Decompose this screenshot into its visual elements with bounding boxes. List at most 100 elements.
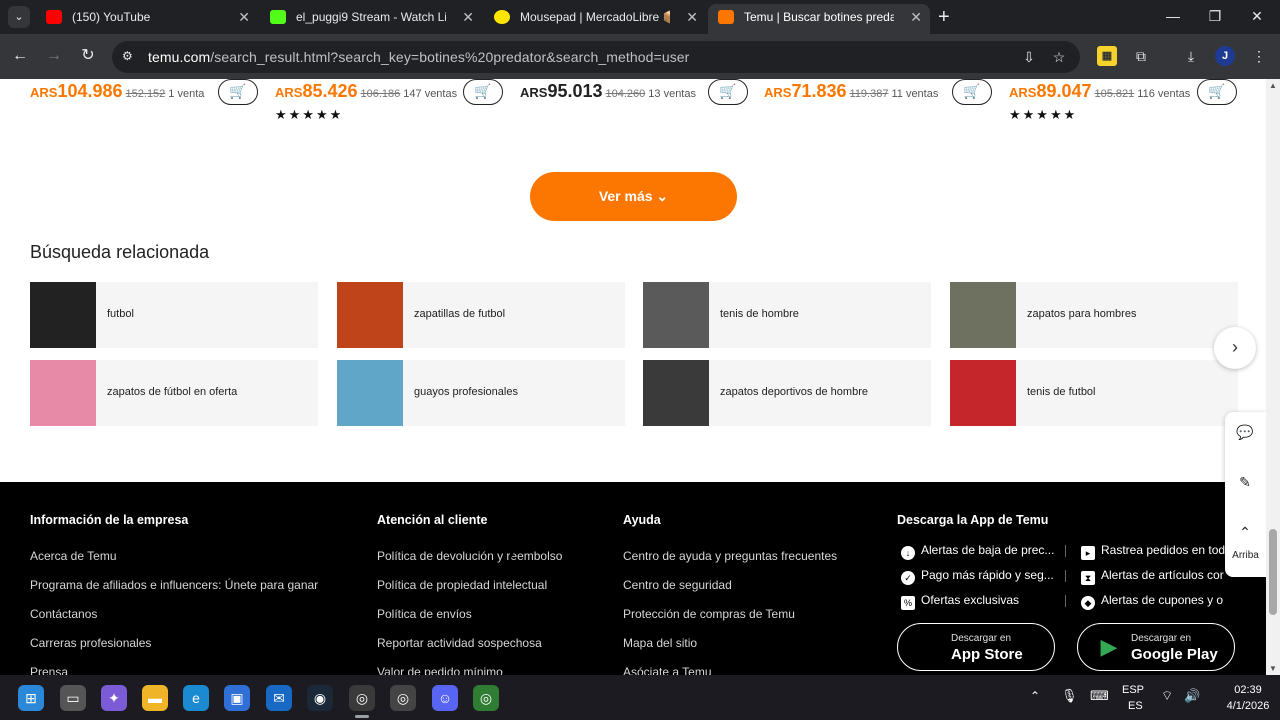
scrollbar-thumb[interactable]	[1269, 529, 1277, 615]
chat-icon[interactable]: 💬	[1235, 424, 1255, 444]
task-view-icon[interactable]: ▭	[60, 685, 86, 711]
ver-mas-button[interactable]: Ver más ⌄	[530, 172, 737, 221]
windows-taskbar: ⊞ ▭ ✦ ▬ e ▣ ✉ ◉ ◎ ◎ ☺ ◎ ⌃ 🎙 ⌨ ESP ES ⌔ 🔊…	[0, 675, 1280, 720]
close-icon[interactable]: ✕	[238, 4, 250, 30]
page-scrollbar[interactable]: ▲ ▼	[1266, 79, 1280, 675]
add-to-cart-icon[interactable]: 🛒	[218, 79, 258, 105]
google-play-button[interactable]: ▶ Descargar en Google Play	[1077, 623, 1235, 671]
add-to-cart-icon[interactable]: 🛒	[463, 79, 503, 105]
related-search-label: tenis de hombre	[720, 308, 799, 320]
discord-icon[interactable]: ☺	[432, 685, 458, 711]
back-to-top-label[interactable]: Arriba	[1225, 550, 1266, 561]
footer-link[interactable]: Acerca de Temu	[30, 549, 117, 563]
add-to-cart-icon[interactable]: 🛒	[952, 79, 992, 105]
chrome-alt-icon[interactable]: ◎	[473, 685, 499, 711]
chrome-profile-icon[interactable]: ◎	[390, 685, 416, 711]
steam-icon[interactable]: ◉	[307, 685, 333, 711]
language-bottom[interactable]: ES	[1128, 700, 1143, 712]
related-search-item[interactable]: zapatillas de futbol	[337, 282, 625, 348]
feedback-icon[interactable]: ✎	[1235, 474, 1255, 494]
keyboard-icon[interactable]: ⌨	[1090, 688, 1109, 704]
extension-icon[interactable]: ▦	[1097, 46, 1117, 66]
language-top[interactable]: ESP	[1122, 684, 1144, 696]
copilot-icon[interactable]: ✦	[101, 685, 127, 711]
tab-youtube[interactable]: (150) YouTube ✕	[36, 4, 258, 34]
footer-link[interactable]: Protección de compras de Temu	[623, 607, 795, 621]
footer-link[interactable]: Reportar actividad sospechosa	[377, 636, 542, 650]
related-search-label: futbol	[107, 308, 134, 320]
site-info-icon[interactable]: ⚙	[122, 49, 138, 65]
chevron-right-icon[interactable]: ›	[1214, 327, 1256, 369]
product-card[interactable]: ARS85.426 106.186 147 ventas 🛒 ★★★★★	[275, 79, 503, 129]
close-window-button[interactable]: ✕	[1234, 0, 1280, 34]
minimize-button[interactable]: —	[1150, 0, 1196, 34]
store-icon[interactable]: ▣	[224, 685, 250, 711]
product-thumbnail	[643, 360, 709, 426]
back-button[interactable]: ←	[8, 44, 32, 68]
scroll-down-icon[interactable]: ▼	[1269, 664, 1277, 673]
add-to-cart-icon[interactable]: 🛒	[1197, 79, 1237, 105]
footer-link[interactable]: Política de envíos	[377, 607, 472, 621]
clock-date[interactable]: 4/1/2026	[1222, 700, 1274, 712]
footer-link[interactable]: Centro de ayuda y preguntas frecuentes	[623, 549, 837, 563]
downloads-icon[interactable]: ⤓	[1181, 46, 1201, 66]
tab-title: Temu | Buscar botines predator	[744, 10, 894, 24]
chevron-up-icon[interactable]: ⌃	[1235, 524, 1255, 544]
restore-button[interactable]: ❐	[1192, 0, 1238, 34]
footer-link[interactable]: Política de propiedad intelectual	[377, 578, 547, 592]
footer-link[interactable]: Carreras profesionales	[30, 636, 151, 650]
footer-support-title: Atención al cliente	[377, 513, 488, 527]
footer-link[interactable]: Asóciate a Temu	[623, 665, 712, 675]
microphone-icon[interactable]: 🎙	[1061, 688, 1078, 704]
reload-button[interactable]: ↻	[76, 44, 100, 68]
scroll-up-icon[interactable]: ▲	[1269, 81, 1277, 90]
related-search-item[interactable]: futbol	[30, 282, 318, 348]
related-search-item[interactable]: zapatos de fútbol en oferta	[30, 360, 318, 426]
footer-link[interactable]: Programa de afiliados e influencers: Úne…	[30, 578, 318, 592]
app-feature: % Ofertas exclusivas	[901, 593, 1019, 610]
volume-icon[interactable]: 🔊	[1184, 688, 1200, 704]
footer-link[interactable]: Prensa	[30, 665, 68, 675]
extensions-puzzle-icon[interactable]: ⧉	[1131, 46, 1151, 66]
footer-link[interactable]: Contáctanos	[30, 607, 97, 621]
footer-link[interactable]: Valor de pedido mínimo	[377, 665, 503, 675]
product-card[interactable]: ARS95.013 104.260 13 ventas 🛒	[520, 79, 748, 129]
related-search-item[interactable]: tenis de hombre	[643, 282, 931, 348]
tab-kick[interactable]: el_puggi9 Stream - Watch Live o ✕	[260, 4, 482, 34]
add-to-cart-icon[interactable]: 🛒	[708, 79, 748, 105]
profile-avatar[interactable]: J	[1215, 46, 1235, 66]
product-card[interactable]: ARS104.986 152.152 1 venta 🛒	[30, 79, 258, 129]
store-name: App Store	[951, 646, 1023, 663]
chevron-up-icon[interactable]: ⌃	[1030, 689, 1040, 703]
file-explorer-icon[interactable]: ▬	[142, 685, 168, 711]
product-card[interactable]: ARS71.836 119.387 11 ventas 🛒	[764, 79, 992, 129]
outlook-icon[interactable]: ✉	[266, 685, 292, 711]
chrome-menu-icon[interactable]: ⋮	[1249, 46, 1269, 66]
footer-link[interactable]: Centro de seguridad	[623, 578, 732, 592]
close-icon[interactable]: ✕	[910, 4, 922, 30]
install-app-icon[interactable]: ⇩	[1020, 48, 1038, 66]
close-icon[interactable]: ✕	[462, 4, 474, 30]
related-search-label: zapatillas de futbol	[414, 308, 506, 320]
bookmark-star-icon[interactable]: ☆	[1050, 48, 1068, 66]
app-store-button[interactable]: Descargar en App Store	[897, 623, 1055, 671]
related-search-item[interactable]: tenis de futbol	[950, 360, 1238, 426]
close-icon[interactable]: ✕	[686, 4, 698, 30]
clock-time[interactable]: 02:39	[1222, 684, 1274, 696]
tab-temu[interactable]: Temu | Buscar botines predator ✕	[708, 4, 930, 34]
new-tab-button[interactable]: +	[938, 4, 950, 30]
chrome-icon[interactable]: ◎	[349, 685, 375, 711]
related-search-item[interactable]: zapatos deportivos de hombre	[643, 360, 931, 426]
forward-button[interactable]: →	[42, 44, 66, 68]
address-bar[interactable]: ⚙ temu.com/search_result.html?search_key…	[112, 41, 1080, 73]
edge-icon[interactable]: e	[183, 685, 209, 711]
footer-link[interactable]: Mapa del sitio	[623, 636, 697, 650]
tab-search-button[interactable]: ⌄	[8, 6, 30, 28]
windows-start-icon[interactable]: ⊞	[18, 685, 44, 711]
related-search-item[interactable]: zapatos para hombres	[950, 282, 1238, 348]
product-card[interactable]: ARS89.047 105.821 116 ventas 🛒 ★★★★★	[1009, 79, 1237, 129]
footer-link[interactable]: Política de devolución y reembolso	[377, 549, 562, 563]
wifi-icon[interactable]: ⌔	[1161, 688, 1173, 704]
tab-mercadolibre[interactable]: Mousepad | MercadoLibre 📦 ✕	[484, 4, 706, 34]
related-search-item[interactable]: guayos profesionales	[337, 360, 625, 426]
